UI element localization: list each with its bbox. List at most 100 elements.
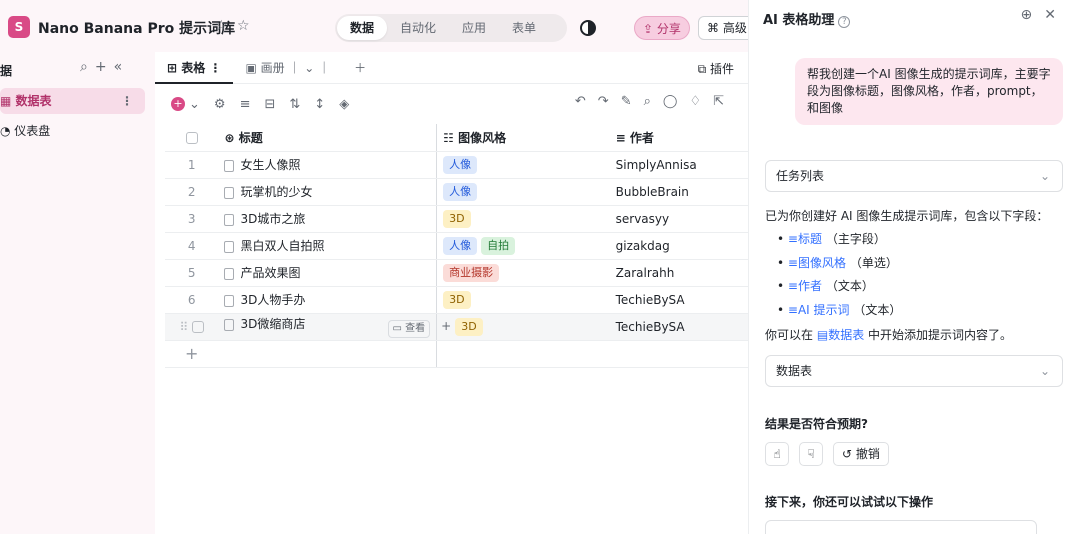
- style-cell[interactable]: 3D: [436, 286, 610, 314]
- author-cell[interactable]: TechieBySA: [609, 286, 748, 314]
- table-row[interactable]: ⠿ 3D微缩商店 ▭ 查看 +3D TechieBySA: [165, 313, 748, 341]
- select-all-cell[interactable]: [165, 124, 219, 152]
- title-cell[interactable]: 玩掌机的少女: [218, 178, 438, 206]
- add-row-button[interactable]: +: [165, 340, 219, 368]
- title-cell[interactable]: 黑白双人自拍照: [218, 232, 438, 260]
- notification-icon[interactable]: ♢: [689, 94, 713, 109]
- author-cell[interactable]: SimplyAnnisa: [609, 151, 748, 179]
- group-icon[interactable]: ⊟: [264, 97, 275, 112]
- field-link[interactable]: ≡作者: [788, 279, 822, 293]
- row-number-cell[interactable]: ⠿: [165, 313, 219, 341]
- title-cell[interactable]: 3D微缩商店 ▭ 查看: [218, 313, 438, 341]
- base-logo-icon[interactable]: S: [8, 16, 30, 38]
- export-icon[interactable]: ⇱: [713, 94, 736, 109]
- star-icon[interactable]: ☆: [237, 18, 250, 34]
- author-cell[interactable]: servasyy: [609, 205, 748, 233]
- title-cell[interactable]: 3D人物手办: [218, 286, 438, 314]
- author-cell[interactable]: Zaralrahh: [609, 259, 748, 287]
- style-cell[interactable]: 人像: [436, 178, 610, 206]
- table-row[interactable]: 6 3D人物手办 3D TechieBySA: [165, 286, 748, 314]
- chevron-down-icon[interactable]: ⌄: [189, 97, 200, 112]
- suggestion-card[interactable]: [765, 520, 1037, 534]
- expand-record-button[interactable]: ▭ 查看: [387, 320, 431, 338]
- base-title[interactable]: Nano Banana Pro 提示词库: [38, 18, 235, 38]
- add-view-button[interactable]: ＋: [342, 52, 378, 84]
- settings-icon[interactable]: ⚙: [214, 97, 226, 112]
- nav-tab-data[interactable]: 数据: [337, 16, 388, 40]
- field-link[interactable]: ≡AI 提示词: [788, 303, 850, 317]
- data-grid: ⊛ 标题 ☷ 图像风格 ≡ 作者 1 女生人像照 人像 SimplyAnnisa 2 玩掌…: [165, 124, 748, 368]
- table-row[interactable]: 1 女生人像照 人像 SimplyAnnisa: [165, 151, 748, 179]
- style-cell[interactable]: 商业摄影: [436, 259, 610, 287]
- undo-icon[interactable]: ↶: [575, 94, 598, 109]
- author-cell[interactable]: BubbleBrain: [609, 178, 748, 206]
- view-tab-gallery[interactable]: ▣ 画册 ｜ ⌄ ｜: [233, 52, 342, 84]
- field-link[interactable]: ≡标题: [788, 232, 822, 246]
- column-header-style[interactable]: ☷ 图像风格: [436, 124, 610, 152]
- row-number-cell[interactable]: 5: [165, 259, 219, 287]
- column-header-title[interactable]: ⊛ 标题: [218, 124, 438, 152]
- field-link[interactable]: ≡图像风格: [788, 256, 846, 270]
- fill-color-icon[interactable]: ◈: [339, 97, 349, 112]
- row-height-icon[interactable]: ↕: [314, 97, 325, 112]
- datatable-link[interactable]: ▤数据表: [817, 328, 864, 342]
- new-chat-icon[interactable]: ⊕: [1021, 7, 1045, 23]
- sort-icon[interactable]: ⇅: [289, 97, 300, 112]
- add-record-button[interactable]: +: [171, 97, 185, 111]
- plugin-button[interactable]: ⧉ 插件: [698, 60, 734, 77]
- search-icon[interactable]: ⌕: [644, 94, 663, 109]
- help-icon[interactable]: ?: [838, 16, 851, 28]
- table-row[interactable]: 2 玩掌机的少女 人像 BubbleBrain: [165, 178, 748, 206]
- hint-prefix: 你可以在: [765, 328, 814, 342]
- thumbs-down-icon[interactable]: ☟: [799, 442, 823, 466]
- select-all-checkbox[interactable]: [185, 131, 198, 144]
- row-checkbox[interactable]: [192, 321, 205, 333]
- collapse-icon[interactable]: «: [114, 59, 130, 75]
- author-cell[interactable]: gizakdag: [609, 232, 748, 260]
- comment-icon[interactable]: ◯: [663, 94, 690, 109]
- more-icon[interactable]: ⋮: [121, 88, 133, 114]
- style-cell[interactable]: 3D: [436, 205, 610, 233]
- row-number-cell[interactable]: 1: [165, 151, 219, 179]
- sidebar-item-dashboard[interactable]: ◔ 仪表盘: [0, 118, 145, 144]
- table-row[interactable]: 4 黑白双人自拍照 人像 自拍 gizakdag: [165, 232, 748, 260]
- nav-tab-forms[interactable]: 表单: [499, 16, 549, 40]
- nav-tab-automation[interactable]: 自动化: [387, 16, 449, 40]
- theme-toggle-icon[interactable]: [580, 20, 596, 36]
- row-number-cell[interactable]: 2: [165, 178, 219, 206]
- nav-tab-apps[interactable]: 应用: [449, 16, 499, 40]
- title-cell[interactable]: 3D城市之旅: [218, 205, 438, 233]
- redo-icon[interactable]: ↷: [598, 94, 621, 109]
- edit-icon[interactable]: ✎: [621, 94, 644, 109]
- title-cell[interactable]: 女生人像照: [218, 151, 438, 179]
- add-row[interactable]: +: [165, 340, 748, 368]
- close-icon[interactable]: ✕: [1044, 7, 1068, 23]
- task-list-dropdown[interactable]: 任务列表 ⌄: [765, 160, 1063, 192]
- drag-handle-icon[interactable]: ⠿: [179, 320, 192, 334]
- row-number-cell[interactable]: 3: [165, 205, 219, 233]
- table-row[interactable]: 3 3D城市之旅 3D servasyy: [165, 205, 748, 233]
- row-number: 6: [187, 292, 196, 307]
- table-row[interactable]: 5 产品效果图 商业摄影 Zaralrahh: [165, 259, 748, 287]
- table-dropdown[interactable]: 数据表 ⌄: [765, 355, 1063, 387]
- filter-icon[interactable]: ≡: [240, 97, 251, 112]
- author-cell[interactable]: TechieBySA: [609, 313, 748, 341]
- style-tag: 人像: [443, 236, 478, 255]
- thumbs-up-icon[interactable]: ☝: [765, 442, 789, 466]
- row-number-cell[interactable]: 6: [165, 286, 219, 314]
- title-cell[interactable]: 产品效果图: [218, 259, 438, 287]
- pin-icon[interactable]: ☆: [215, 18, 228, 34]
- style-cell[interactable]: 人像: [436, 151, 610, 179]
- view-tab-grid[interactable]: ⊞ 表格 ⋮: [155, 51, 234, 84]
- add-icon[interactable]: +: [441, 319, 451, 333]
- style-cell[interactable]: +3D: [436, 313, 610, 341]
- style-cell[interactable]: 人像 自拍: [436, 232, 610, 260]
- search-icon[interactable]: ⌕: [80, 59, 95, 75]
- row-number-cell[interactable]: 4: [165, 232, 219, 260]
- undo-button[interactable]: ↺ 撤销: [833, 442, 889, 466]
- gallery-icon: ▣: [245, 60, 261, 75]
- share-button[interactable]: ⇪ 分享: [634, 16, 690, 40]
- column-header-author[interactable]: ≡ 作者: [609, 124, 748, 152]
- sidebar-item-datatable[interactable]: ▦ 数据表 ⋮: [0, 88, 145, 114]
- add-icon[interactable]: +: [95, 59, 114, 75]
